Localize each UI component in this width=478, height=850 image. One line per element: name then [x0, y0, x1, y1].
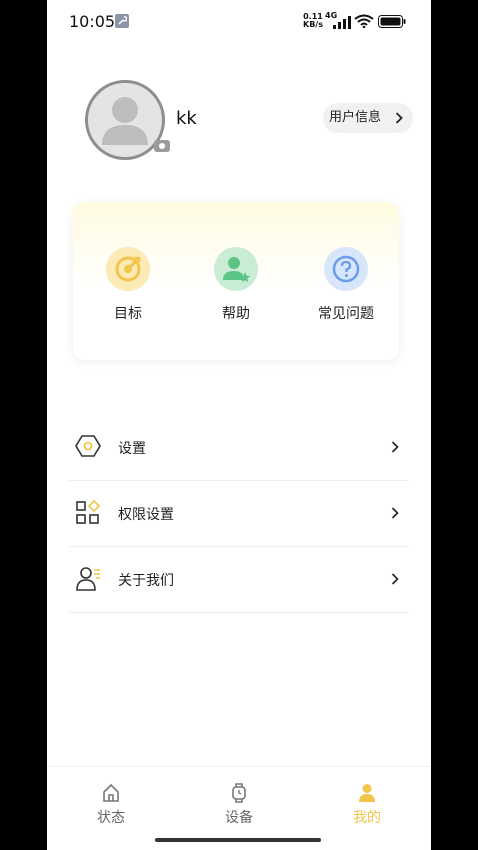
status-time: 10:05	[69, 12, 116, 31]
menu-item-settings[interactable]: 设置	[69, 414, 409, 481]
quick-action-label: 帮助	[222, 306, 250, 322]
battery-icon	[378, 15, 406, 28]
quick-action-faq[interactable]: 常见问题	[301, 247, 391, 323]
permissions-grid-icon	[76, 500, 101, 524]
tab-label: 状态	[97, 810, 125, 826]
camera-icon[interactable]	[154, 140, 170, 152]
network-speed: 0.11 KB/s	[303, 12, 323, 29]
settings-hex-icon	[75, 435, 101, 457]
signal-icon	[333, 16, 351, 29]
chevron-right-icon	[391, 507, 399, 519]
user-info-label: 用户信息	[329, 110, 382, 125]
about-person-icon	[76, 567, 100, 591]
status-bar: 10:05 0.11 KB/s 4G	[47, 0, 431, 44]
person-icon	[359, 784, 375, 802]
quick-action-goal[interactable]: 目标	[83, 247, 173, 323]
menu-item-label: 权限设置	[118, 507, 174, 523]
question-icon	[324, 247, 368, 291]
quick-action-help[interactable]: 帮助	[191, 247, 281, 323]
chevron-right-icon	[395, 112, 403, 124]
avatar-placeholder-icon	[102, 97, 148, 145]
menu-item-about[interactable]: 关于我们	[69, 546, 409, 613]
username: kk	[176, 108, 197, 129]
wrench-icon	[115, 14, 129, 28]
chevron-right-icon	[391, 573, 399, 585]
chevron-right-icon	[391, 441, 399, 453]
user-info-button[interactable]: 用户信息	[323, 103, 413, 133]
quick-actions-card: 目标 帮助 常见问题	[73, 202, 399, 360]
help-person-icon	[214, 247, 258, 291]
quick-action-label: 常见问题	[318, 306, 374, 322]
watch-icon	[232, 783, 246, 803]
target-icon	[106, 247, 150, 291]
tab-device[interactable]: 设备	[199, 783, 279, 827]
menu-item-label: 设置	[118, 441, 146, 457]
tab-mine[interactable]: 我的	[327, 783, 407, 827]
tab-label: 我的	[353, 810, 381, 826]
phone-screen: 10:05 0.11 KB/s 4G kk 用户信息 目标 帮助 常见问题 设置…	[47, 0, 431, 850]
quick-action-label: 目标	[114, 306, 142, 322]
wifi-icon	[354, 14, 374, 28]
home-indicator[interactable]	[155, 838, 321, 842]
menu-item-permissions[interactable]: 权限设置	[69, 480, 409, 547]
avatar[interactable]	[85, 80, 165, 160]
home-icon	[103, 783, 119, 802]
menu-item-label: 关于我们	[118, 573, 174, 589]
tab-status[interactable]: 状态	[71, 783, 151, 827]
tab-label: 设备	[225, 810, 253, 826]
